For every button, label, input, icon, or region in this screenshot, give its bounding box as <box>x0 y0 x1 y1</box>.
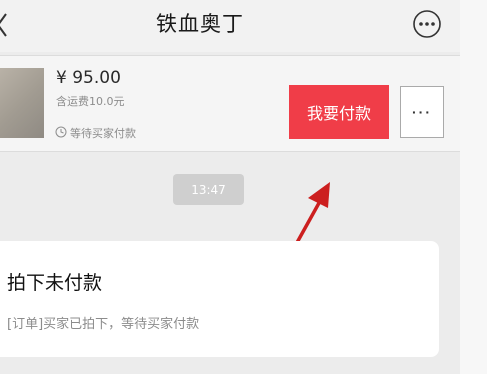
order-price: ¥ 95.00 <box>56 68 121 88</box>
message-title: 拍下未付款 <box>7 272 103 294</box>
more-options-button[interactable]: ··· <box>400 86 444 138</box>
time-badge: 13:47 <box>173 174 244 205</box>
app-header: 铁血奥丁 <box>0 0 460 52</box>
order-status: 等待买家付款 <box>55 123 136 142</box>
more-dots-icon: ··· <box>412 104 432 120</box>
status-text: 等待买家付款 <box>70 126 136 140</box>
order-card[interactable]: ¥ 95.00 含运费10.0元 等待买家付款 我要付款 ··· <box>0 55 460 152</box>
clock-icon <box>55 123 67 142</box>
edge-strip <box>460 0 487 374</box>
page-title: 铁血奥丁 <box>156 12 244 36</box>
message-card[interactable]: 拍下未付款 [订单]买家已拍下，等待买家付款 <box>0 241 439 357</box>
more-circle-icon[interactable] <box>412 9 442 43</box>
product-thumbnail[interactable] <box>0 68 44 138</box>
chevron-left-icon[interactable] <box>0 12 10 42</box>
pay-button[interactable]: 我要付款 <box>289 85 389 139</box>
shipping-fee: 含运费10.0元 <box>56 95 125 108</box>
message-body: [订单]买家已拍下，等待买家付款 <box>7 317 200 332</box>
